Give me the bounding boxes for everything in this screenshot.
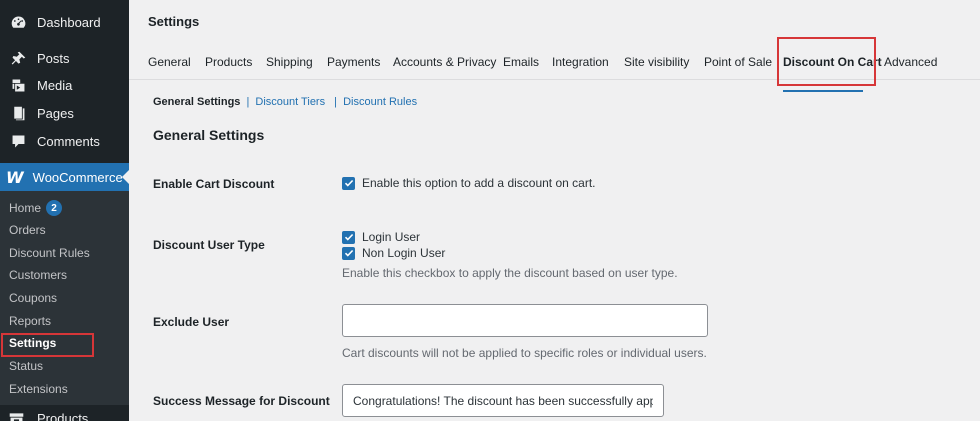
sidebar-item-label: WooCommerce <box>32 169 123 185</box>
sidebar-item-dashboard[interactable]: Dashboard <box>0 10 129 34</box>
section-title: General Settings <box>153 127 265 143</box>
submenu-item-customers[interactable]: Customers <box>9 266 67 284</box>
tab-payments[interactable]: Payments <box>327 55 380 69</box>
sidebar-item-media[interactable]: Media <box>0 73 129 97</box>
subnav-link-discount-tiers[interactable]: Discount Tiers <box>255 96 325 108</box>
tab-shipping[interactable]: Shipping <box>266 55 313 69</box>
submenu-item-orders[interactable]: Orders <box>9 221 46 239</box>
woocommerce-submenu: Home 2 Orders Discount Rules Customers C… <box>0 191 129 405</box>
tab-advanced[interactable]: Advanced <box>884 55 937 69</box>
settings-highlight-box <box>1 333 94 357</box>
submenu-item-label: Home <box>9 201 42 215</box>
dashboard-icon <box>8 12 28 32</box>
exclude-user-input[interactable] <box>342 304 708 337</box>
sidebar-item-label: Pages <box>37 105 74 121</box>
products-icon <box>8 410 28 421</box>
subnav-separator: | <box>246 96 250 108</box>
subnav-current[interactable]: General Settings <box>153 96 240 108</box>
checkbox-label: Login User <box>362 230 421 244</box>
non-login-user-option: Non Login User <box>342 246 445 260</box>
tab-integration[interactable]: Integration <box>552 55 609 69</box>
media-icon <box>8 75 28 95</box>
tab-point-of-sale[interactable]: Point of Sale <box>704 55 772 69</box>
enable-cart-discount-option: Enable this option to add a discount on … <box>342 176 596 190</box>
non-login-user-checkbox[interactable] <box>342 246 355 260</box>
discount-user-type-label: Discount User Type <box>153 238 265 252</box>
sidebar-item-label: Dashboard <box>37 14 101 30</box>
pages-icon <box>8 103 28 123</box>
tab-site-visibility[interactable]: Site visibility <box>624 55 689 69</box>
checkmark-icon <box>344 249 353 257</box>
subnav-link-discount-rules[interactable]: Discount Rules <box>343 96 417 108</box>
submenu-item-home[interactable]: Home 2 <box>9 199 63 217</box>
notification-badge: 2 <box>46 200 63 216</box>
sidebar-item-label: Posts <box>37 50 70 66</box>
submenu-item-coupons[interactable]: Coupons <box>9 289 57 307</box>
sidebar-item-posts[interactable]: Posts <box>0 46 129 70</box>
page-title: Settings <box>148 14 200 29</box>
checkbox-label: Non Login User <box>362 246 446 260</box>
submenu-item-reports[interactable]: Reports <box>9 312 51 330</box>
pin-icon <box>8 48 28 68</box>
sidebar-item-label: Products <box>37 411 89 421</box>
tab-accounts-privacy[interactable]: Accounts & Privacy <box>393 55 496 69</box>
sub-navigation: General Settings | Discount Tiers | Disc… <box>153 96 417 108</box>
comments-icon <box>8 131 28 151</box>
submenu-item-discount-rules[interactable]: Discount Rules <box>9 244 90 262</box>
checkbox-label: Enable this option to add a discount on … <box>362 176 596 190</box>
sidebar-item-woocommerce[interactable]: W WooCommerce <box>0 163 129 191</box>
login-user-option: Login User <box>342 230 420 244</box>
sidebar-item-pages[interactable]: Pages <box>0 101 129 125</box>
submenu-item-status[interactable]: Status <box>9 357 43 375</box>
tab-emails[interactable]: Emails <box>503 55 539 69</box>
tab-general[interactable]: General <box>148 55 191 69</box>
admin-sidebar: Dashboard Posts Media Pages Comments W W… <box>0 0 129 421</box>
success-message-input[interactable] <box>342 384 664 417</box>
subnav-separator: | <box>334 96 338 108</box>
checkmark-icon <box>344 233 353 241</box>
checkmark-icon <box>344 179 353 187</box>
enable-cart-discount-label: Enable Cart Discount <box>153 177 275 191</box>
woocommerce-icon: W <box>6 167 24 187</box>
exclude-user-label: Exclude User <box>153 315 230 329</box>
sidebar-item-label: Comments <box>37 133 100 149</box>
tab-highlight-box <box>777 37 876 86</box>
enable-cart-discount-checkbox[interactable] <box>342 176 355 190</box>
tab-products[interactable]: Products <box>205 55 252 69</box>
success-message-label: Success Message for Discount <box>153 394 330 408</box>
current-menu-arrow <box>122 170 129 184</box>
login-user-checkbox[interactable] <box>342 230 355 244</box>
sidebar-item-products[interactable]: Products <box>0 405 129 421</box>
sidebar-item-label: Media <box>37 77 73 93</box>
sidebar-item-comments[interactable]: Comments <box>0 129 129 153</box>
submenu-item-extensions[interactable]: Extensions <box>9 380 68 398</box>
active-tab-indicator <box>783 90 863 92</box>
discount-user-type-description: Enable this checkbox to apply the discou… <box>342 266 678 280</box>
exclude-user-description: Cart discounts will not be applied to sp… <box>342 346 707 360</box>
